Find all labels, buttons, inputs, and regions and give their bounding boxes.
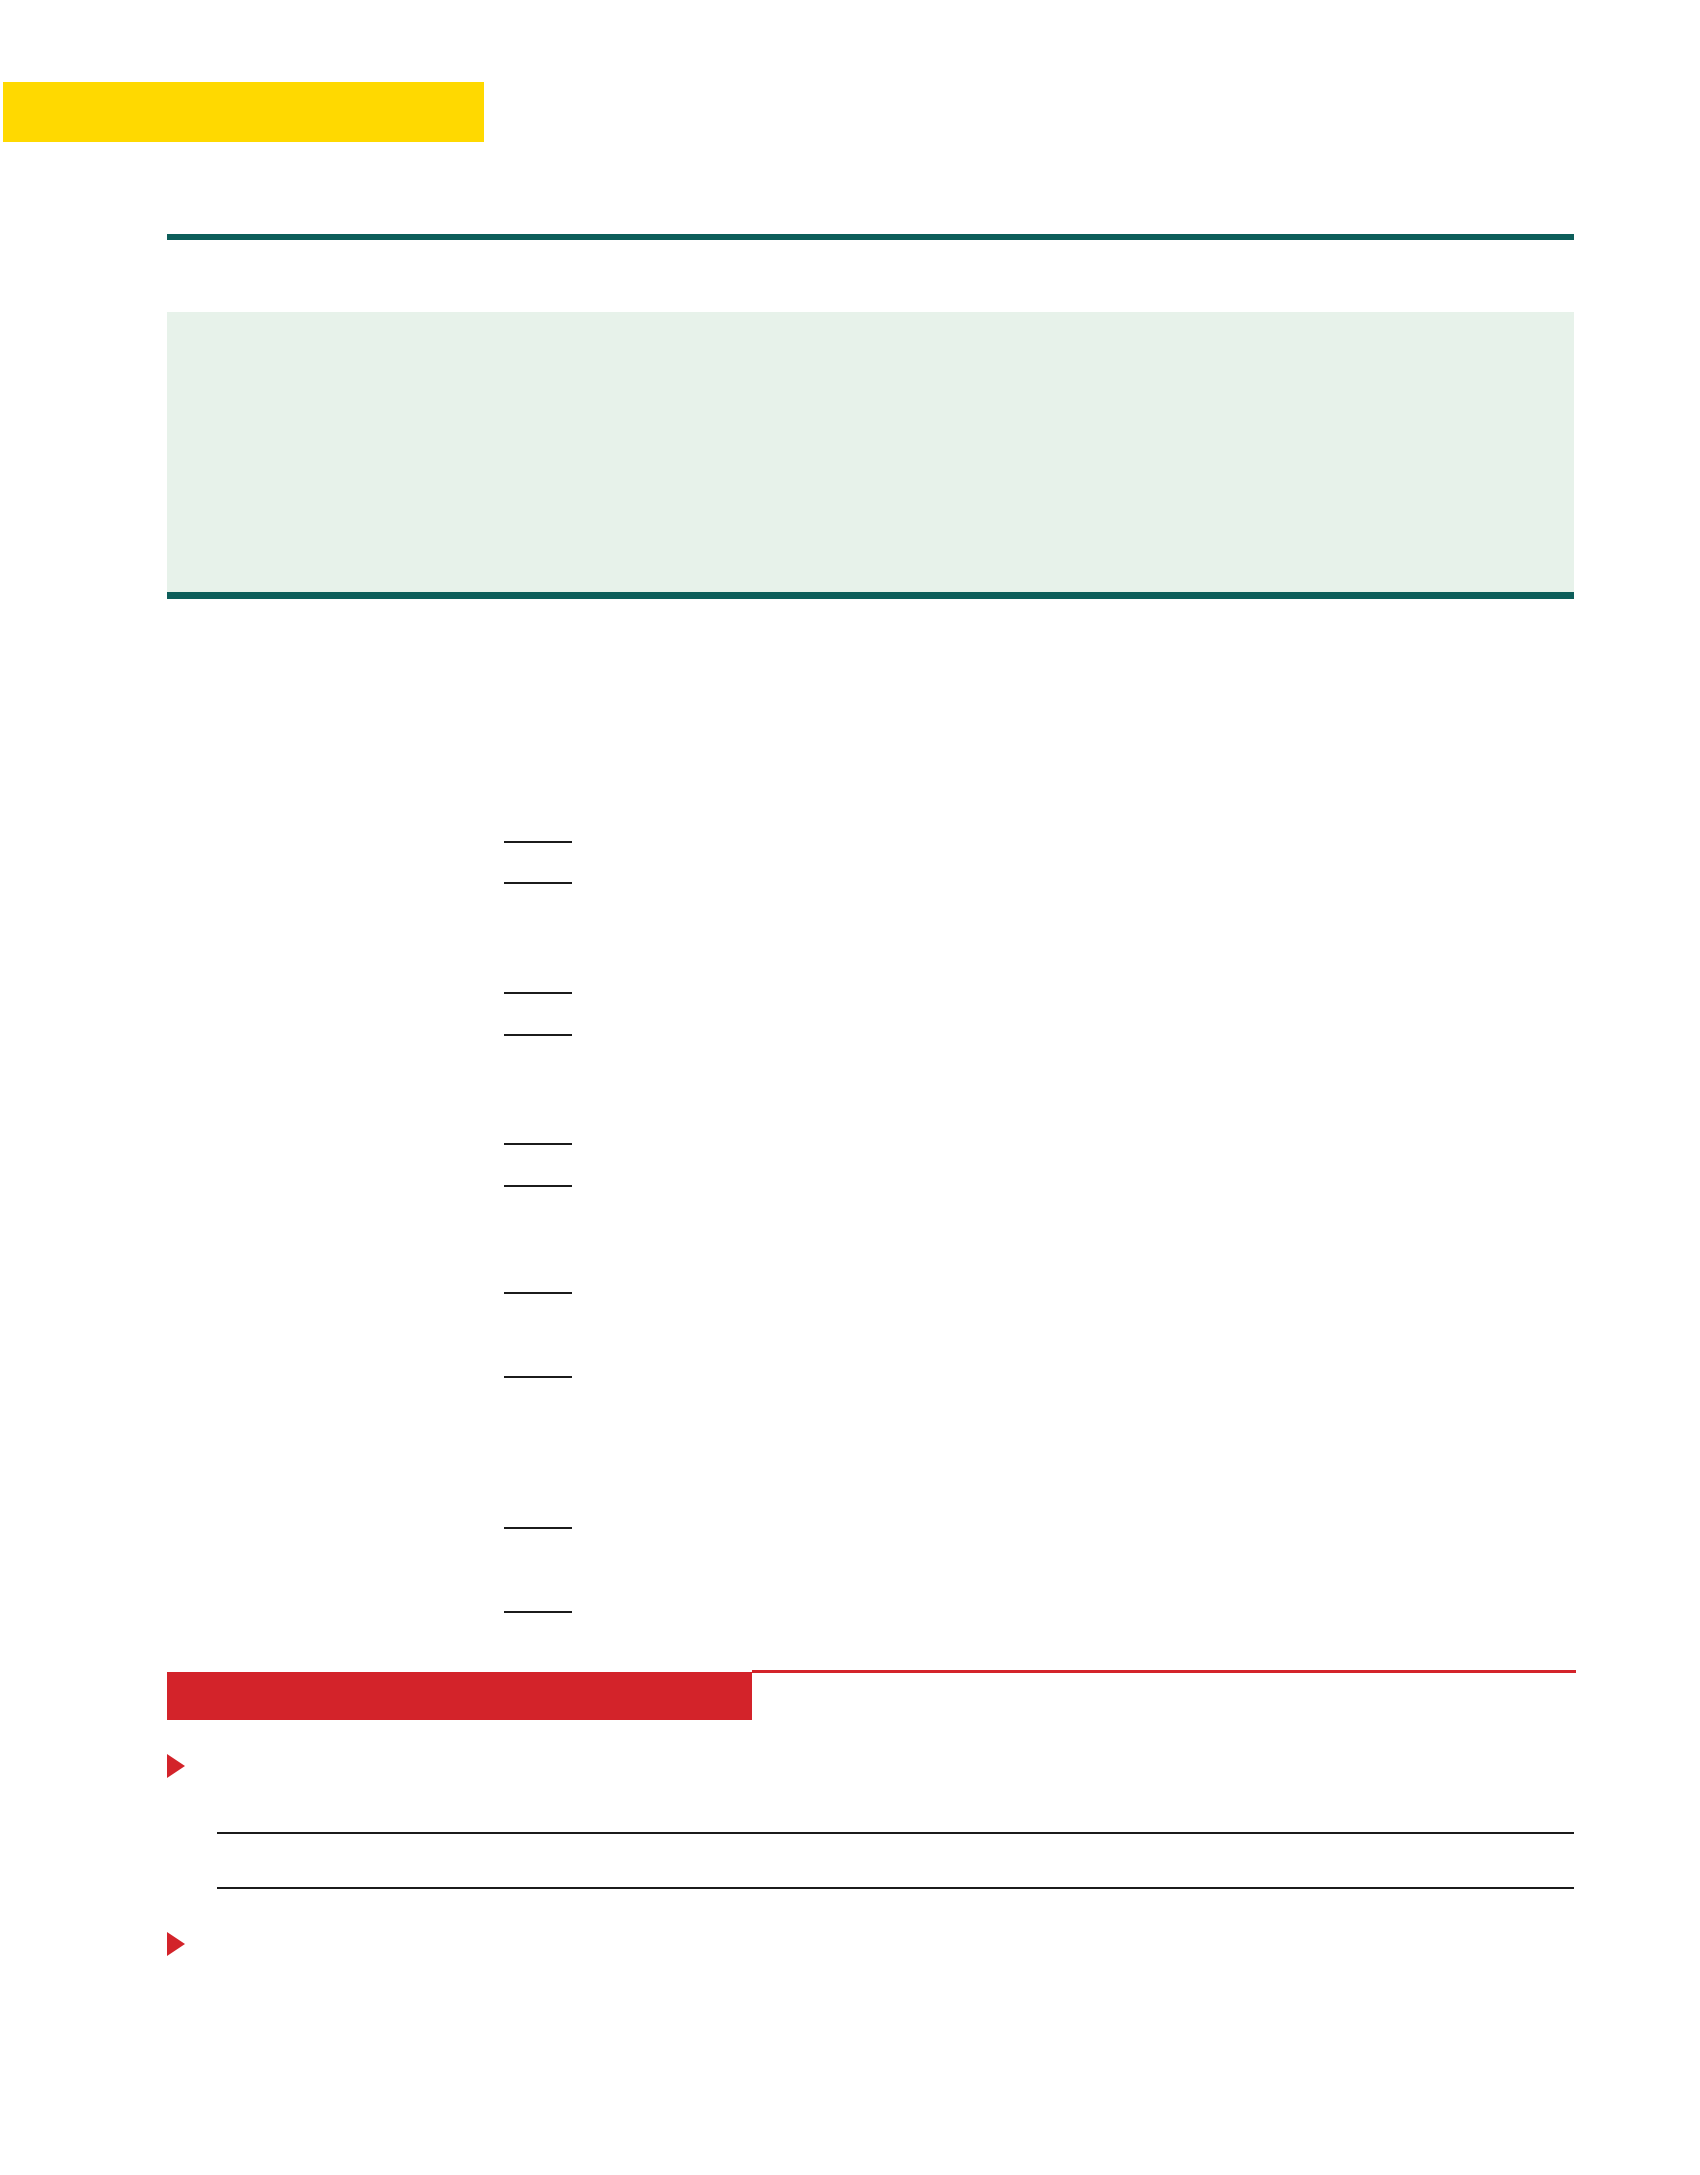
write-line[interactable] <box>217 1832 1574 1834</box>
instruction-panel <box>167 312 1574 592</box>
section-header-band <box>167 1672 752 1720</box>
answer-blank[interactable] <box>504 882 572 884</box>
answer-blank[interactable] <box>504 1611 572 1613</box>
answer-blank[interactable] <box>504 1143 572 1145</box>
answer-blank[interactable] <box>504 1527 572 1529</box>
red-triangle-bullet-icon <box>167 1754 185 1778</box>
section-header-rule <box>752 1670 1576 1673</box>
write-line[interactable] <box>217 1887 1574 1889</box>
red-triangle-bullet-icon <box>167 1932 185 1956</box>
answer-blank[interactable] <box>504 1292 572 1294</box>
panel-bottom-rule <box>167 592 1574 599</box>
answer-blank[interactable] <box>504 1185 572 1187</box>
answer-blank[interactable] <box>504 1034 572 1036</box>
answer-blank[interactable] <box>504 1376 572 1378</box>
panel-top-rule <box>167 234 1574 240</box>
section-highlight-tab <box>3 82 484 142</box>
answer-blank[interactable] <box>504 992 572 994</box>
answer-blank[interactable] <box>504 841 572 843</box>
